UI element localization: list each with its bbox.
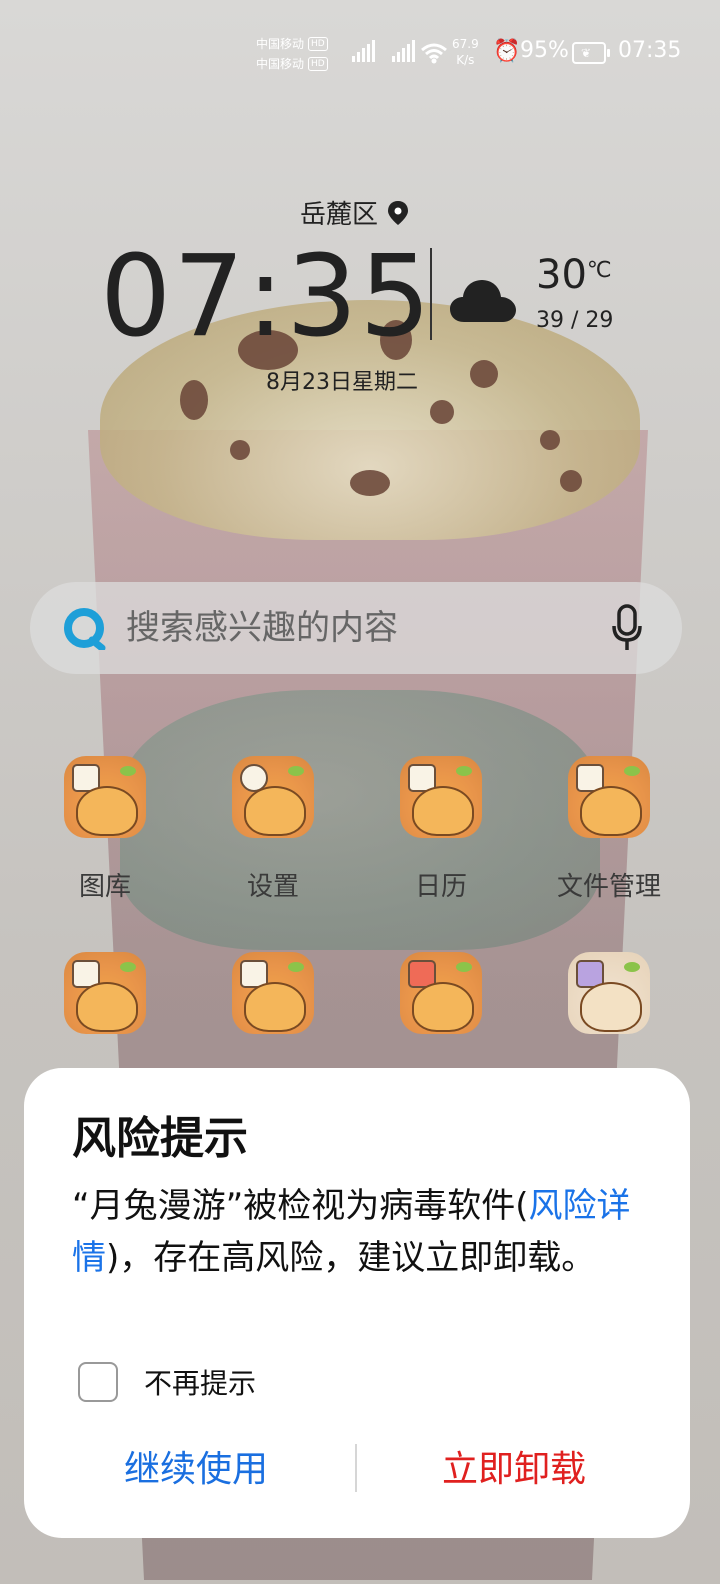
wallpaper-dot xyxy=(470,360,498,388)
hd-badge: HD xyxy=(308,37,328,51)
location-name: 岳麓区 xyxy=(300,200,379,230)
calendar-icon xyxy=(400,756,482,838)
app-label: 图库 xyxy=(78,872,131,902)
wallpaper-dot xyxy=(430,400,454,424)
app-label: 文件管理 xyxy=(556,872,661,902)
wallpaper-dot xyxy=(540,430,560,450)
alarm-icon: ⏰ xyxy=(493,39,521,64)
location-pin-icon xyxy=(388,200,409,225)
app-label: 设置 xyxy=(246,872,299,902)
risk-dialog: 风险提示 “月兔漫游”被检视为病毒软件(风险详情)，存在高风险，建议立即卸载。 … xyxy=(24,1068,690,1538)
temperature[interactable]: 30℃ xyxy=(536,252,612,298)
signal-icon xyxy=(392,40,416,62)
checkbox-label: 不再提示 xyxy=(144,1367,257,1400)
signal-icon xyxy=(352,40,376,62)
wifi-icon xyxy=(421,43,447,64)
app-calendar[interactable]: 日历 xyxy=(366,756,516,903)
dialog-message: “月兔漫游”被检视为病毒软件(风险详情)，存在高风险，建议立即卸载。 xyxy=(72,1186,631,1278)
search-logo-icon xyxy=(64,608,106,650)
cloud-icon[interactable] xyxy=(450,276,516,324)
carrier-name: 中国移动 xyxy=(256,37,305,51)
search-placeholder[interactable]: 搜索感兴趣的内容 xyxy=(126,606,398,650)
app-icon-tile[interactable] xyxy=(366,952,516,1034)
status-time: 07:35 xyxy=(618,38,682,63)
app-label: 日历 xyxy=(414,872,467,902)
wallpaper-dot xyxy=(350,470,390,496)
carrier-name: 中国移动 xyxy=(256,57,305,71)
dont-remind-option[interactable]: 不再提示 xyxy=(78,1362,256,1402)
app-icon-tile[interactable] xyxy=(30,952,180,1034)
calculator-icon xyxy=(232,952,314,1034)
app-settings[interactable]: 设置 xyxy=(198,756,348,903)
continue-using-button[interactable]: 继续使用 xyxy=(36,1438,356,1498)
battery-icon: ❦ xyxy=(572,42,610,64)
dialog-title: 风险提示 xyxy=(72,1113,248,1164)
widget-divider xyxy=(430,248,432,340)
network-speed: 67.9 K/s xyxy=(452,37,479,67)
app-calculator[interactable] xyxy=(198,952,348,1034)
app-gallery[interactable]: 图库 xyxy=(30,756,180,903)
uninstall-now-button[interactable]: 立即卸载 xyxy=(354,1438,674,1498)
microphone-icon[interactable] xyxy=(612,604,642,652)
app-file-manager[interactable]: 文件管理 xyxy=(534,756,684,903)
temperature-range: 39 / 29 xyxy=(536,308,614,333)
status-bar: 中国移动 HD 中国移动 HD 67.9 K/s ⏰ 95% ❦ 07:35 xyxy=(0,0,720,104)
battery-percent: 95% xyxy=(520,38,569,63)
gallery-icon xyxy=(64,756,146,838)
wallpaper-dot xyxy=(230,440,250,460)
hd-badge: HD xyxy=(308,57,328,71)
wallpaper-dot xyxy=(180,380,208,420)
clock-time[interactable]: 07:35 xyxy=(100,232,433,362)
app-icon-tile[interactable] xyxy=(534,952,684,1034)
date[interactable]: 8月23日星期二 xyxy=(266,364,418,396)
wallpaper-dot xyxy=(560,470,582,492)
app-tiger-icon xyxy=(64,952,146,1034)
location[interactable]: 岳麓区 xyxy=(300,194,409,231)
search-bar[interactable]: 搜索感兴趣的内容 xyxy=(30,582,682,674)
dont-remind-checkbox[interactable] xyxy=(78,1362,118,1402)
carrier-info: 中国移动 HD 中国移动 HD xyxy=(256,34,328,74)
file-manager-icon xyxy=(568,756,650,838)
app-tiger-icon xyxy=(568,952,650,1034)
app-tiger-icon xyxy=(400,952,482,1034)
settings-icon xyxy=(232,756,314,838)
wallpaper-band xyxy=(120,690,600,950)
